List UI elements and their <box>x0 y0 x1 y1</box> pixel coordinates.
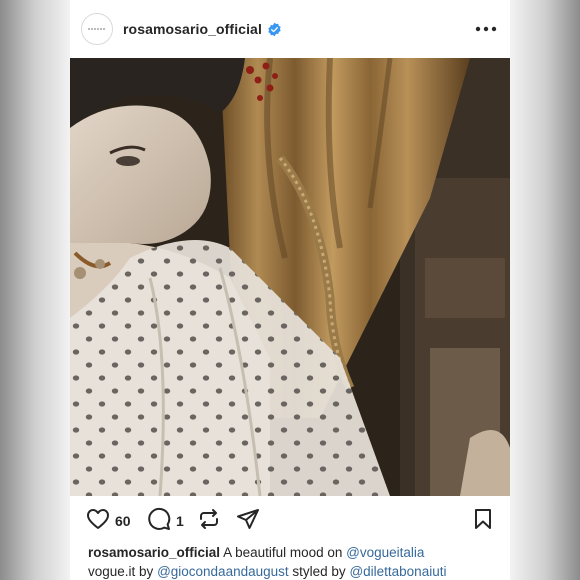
bookmark-icon[interactable] <box>471 507 495 531</box>
caption-text: vogue.it by <box>88 564 154 579</box>
post-actions: 60 1 <box>70 503 510 537</box>
comment-count[interactable]: 1 <box>176 513 184 529</box>
avatar-logo <box>88 28 106 30</box>
caption-text: styled by <box>292 564 346 579</box>
caption-mention[interactable]: @giocondaandaugust <box>157 564 289 579</box>
caption-username[interactable]: rosamosario_official <box>88 545 220 560</box>
caption-mention[interactable]: @dilettabonaiuti <box>349 564 446 579</box>
post-header: rosamosario_official <box>70 0 510 58</box>
post-photo[interactable] <box>70 58 510 496</box>
heart-icon[interactable] <box>86 507 110 531</box>
post-caption: rosamosario_official A beautiful mood on… <box>88 543 508 580</box>
avatar[interactable] <box>81 13 113 45</box>
verified-badge-icon <box>268 22 281 37</box>
post-card: rosamosario_official 60 1 rosamosario_of… <box>70 0 510 580</box>
comment-icon[interactable] <box>147 507 171 531</box>
repost-icon[interactable] <box>197 507 221 531</box>
post-username[interactable]: rosamosario_official <box>123 21 262 37</box>
post-image <box>70 58 510 496</box>
more-options-icon[interactable] <box>475 26 497 32</box>
like-count[interactable]: 60 <box>115 513 131 529</box>
caption-text: A beautiful mood on <box>223 545 343 560</box>
send-icon[interactable] <box>236 507 260 531</box>
caption-mention[interactable]: @vogueitalia <box>346 545 424 560</box>
